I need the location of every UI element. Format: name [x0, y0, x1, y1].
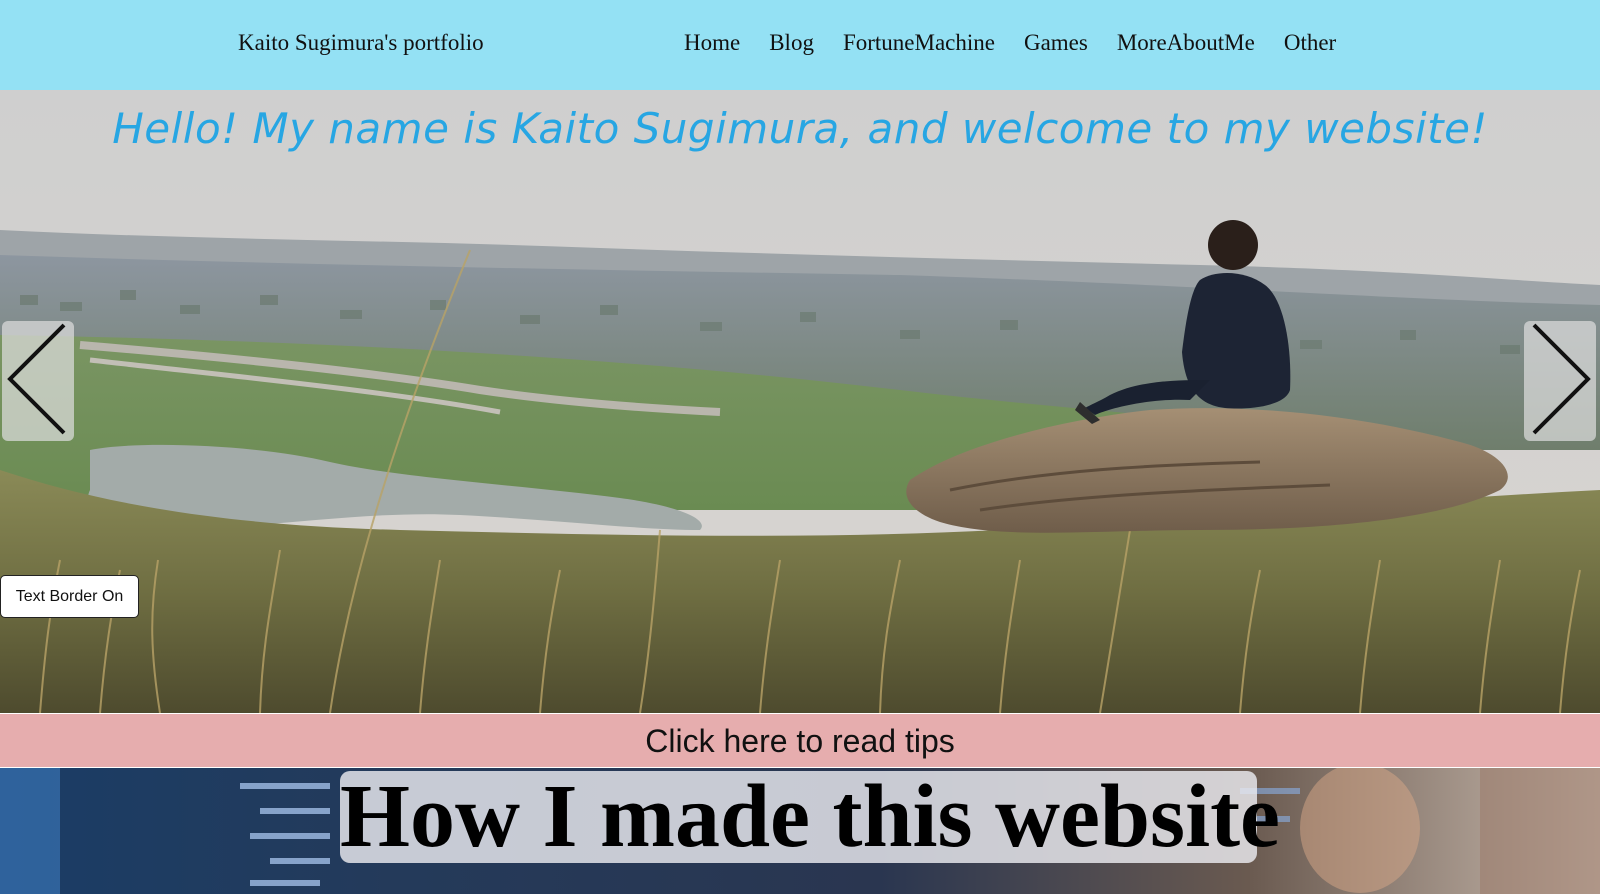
hero-welcome-heading: Hello! My name is Kaito Sugimura, and we… [112, 104, 1488, 153]
site-title-link[interactable]: Kaito Sugimura's portfolio [238, 30, 484, 56]
hero-landscape-photo [0, 90, 1600, 713]
slideshow-next-button[interactable] [1524, 321, 1596, 441]
how-i-made-section: How I made this website [0, 768, 1600, 894]
slideshow-prev-button[interactable] [2, 321, 74, 441]
nav-link-other[interactable]: Other [1284, 30, 1336, 56]
chevron-left-icon [7, 323, 66, 435]
tips-banner-label: Click here to read tips [645, 723, 955, 759]
nav-link-home[interactable]: Home [684, 30, 740, 56]
chevron-right-icon [1532, 323, 1591, 435]
nav-link-moreaboutme[interactable]: MoreAboutMe [1117, 30, 1255, 56]
top-navbar: Kaito Sugimura's portfolio Home Blog For… [0, 0, 1600, 90]
page: Kaito Sugimura's portfolio Home Blog For… [0, 0, 1600, 894]
hero-slideshow: Hello! My name is Kaito Sugimura, and we… [0, 90, 1600, 713]
section-title: How I made this website [340, 768, 1280, 866]
nav-link-blog[interactable]: Blog [769, 30, 814, 56]
text-border-toggle-button[interactable]: Text Border On [0, 575, 139, 618]
nav-link-fortunemachine[interactable]: FortuneMachine [843, 30, 995, 56]
tips-banner[interactable]: Click here to read tips [0, 713, 1600, 768]
nav-links: Home Blog FortuneMachine Games MoreAbout… [684, 30, 1365, 56]
nav-link-games[interactable]: Games [1024, 30, 1088, 56]
